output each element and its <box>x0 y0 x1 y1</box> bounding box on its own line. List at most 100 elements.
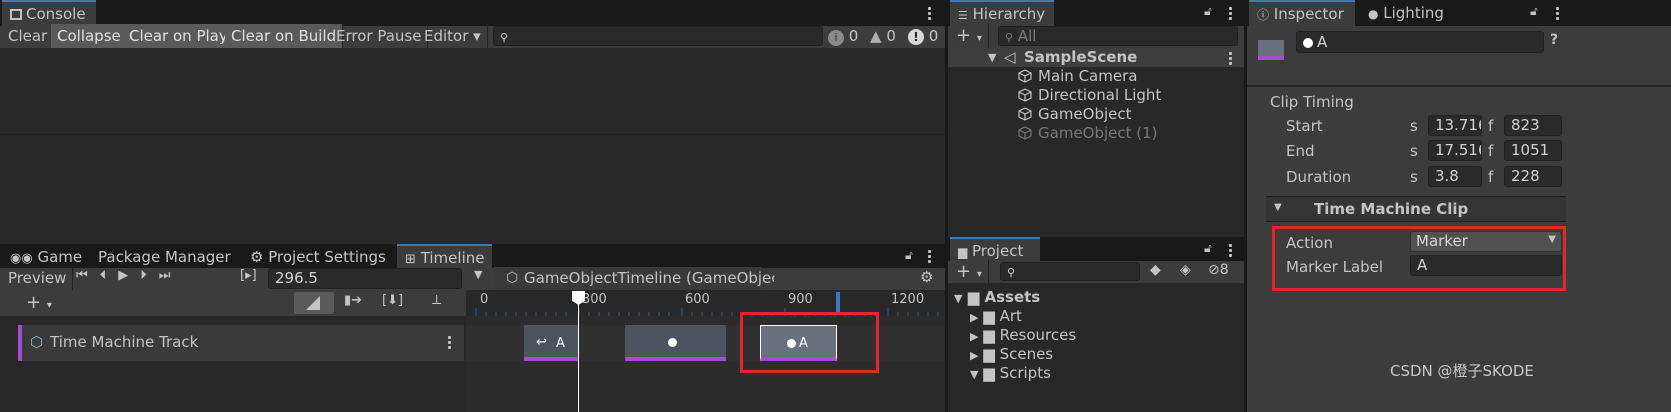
help-icon[interactable]: ? <box>1550 32 1558 48</box>
inspector-menu-icon[interactable] <box>1556 7 1559 22</box>
duration-frames-input[interactable]: 228 <box>1504 166 1562 187</box>
breadcrumb[interactable]: ⬡ GameObjectTimeline (GameObject) <box>494 267 778 290</box>
snap-toggle-icon[interactable] <box>294 292 334 314</box>
breadcrumb-label: GameObjectTimeline (GameObject) <box>524 269 792 287</box>
console-menu-icon[interactable] <box>928 7 931 22</box>
preview-button[interactable]: Preview <box>2 267 74 290</box>
filter-by-type-icon[interactable]: ◆ <box>1150 262 1161 278</box>
lock-icon[interactable]: 🔓︎ <box>905 248 913 263</box>
lightbulb-icon: ● <box>1368 7 1379 21</box>
range-play-icon[interactable]: [▸] <box>240 268 257 283</box>
tab-console[interactable]: Console <box>2 0 96 26</box>
object-name-input[interactable]: A <box>1296 31 1544 53</box>
tab-lighting[interactable]: ● Lighting <box>1360 0 1452 26</box>
hierarchy-menu-icon[interactable] <box>1229 7 1232 22</box>
list-icon: ☰ <box>958 9 968 22</box>
info-count-label: 0 <box>848 27 859 45</box>
hierarchy-item-disabled[interactable]: GameObject (1) <box>1018 124 1158 143</box>
end-frames-input[interactable]: 1051 <box>1504 140 1562 161</box>
scene-row[interactable]: ▼ ◁ SampleScene <box>948 48 1244 67</box>
hierarchy-item[interactable]: GameObject <box>1018 105 1132 124</box>
console-log-area[interactable] <box>0 48 945 244</box>
start-seconds-input[interactable]: 13.716 <box>1428 115 1482 136</box>
project-folder[interactable]: ▶ ▆ Resources <box>970 326 1076 345</box>
filter-by-label-icon[interactable]: ◈ <box>1180 262 1191 278</box>
chevron-down-icon: ▾ <box>468 27 481 45</box>
tab-inspector[interactable]: ⓘ Inspector <box>1249 0 1355 26</box>
tab-hierarchy[interactable]: ☰ Hierarchy <box>950 0 1054 26</box>
time-machine-clip-header[interactable]: ▼ Time Machine Clip <box>1266 196 1566 222</box>
start-frames-input[interactable]: 823 <box>1504 115 1562 136</box>
clear-button[interactable]: Clear <box>2 24 55 48</box>
clip-1[interactable]: ↩ A <box>524 325 579 361</box>
warn-count-label: 0 <box>886 27 896 45</box>
folder-icon: ▆ <box>983 307 995 325</box>
hidden-packages[interactable]: ⊘8 <box>1208 262 1229 278</box>
playhead-follow-icon[interactable]: [⬇] <box>382 293 403 308</box>
prev-frame-icon[interactable]: ⏴ <box>100 268 119 283</box>
error-count[interactable]: ! 0 <box>908 27 938 45</box>
watermark: CSDN @橙子SKODE <box>1390 362 1534 380</box>
expand-arrow-icon: ▼ <box>954 292 963 305</box>
project-folder[interactable]: ▼ ▆ Scripts <box>970 364 1051 383</box>
goto-start-icon[interactable]: ⏮ <box>76 268 100 283</box>
tab-package-manager[interactable]: Package Manager <box>90 244 239 270</box>
end-f-unit: f <box>1488 142 1494 160</box>
error-pause-button[interactable]: Error Pause <box>330 24 429 48</box>
playhead-line <box>578 300 579 412</box>
hierarchy-item[interactable]: Main Camera <box>1018 67 1137 86</box>
tab-project-label: Project <box>972 242 1024 260</box>
timeline-menu-icon[interactable] <box>928 250 931 265</box>
project-search-input[interactable]: ⚲ <box>1000 262 1140 281</box>
info-count[interactable]: i 0 <box>828 27 858 46</box>
project-lock-icon[interactable]: 🔓︎ <box>1204 241 1212 256</box>
tab-hierarchy-label: Hierarchy <box>972 5 1046 23</box>
tab-timeline[interactable]: ⊞ Timeline <box>397 244 493 270</box>
timeline-settings-icon[interactable]: ⚙ <box>920 268 933 286</box>
goto-end-icon[interactable]: ⏭ <box>159 268 183 283</box>
project-add-button[interactable]: + ▾ <box>950 260 989 283</box>
add-track-button[interactable]: + ▾ <box>20 291 58 315</box>
inspector-lock-icon[interactable]: 🔓︎ <box>1530 4 1538 19</box>
section-title: Time Machine Clip <box>1314 200 1469 218</box>
collapsed-arrow-icon: ▶ <box>970 349 979 362</box>
warn-count[interactable]: ▲ 0 <box>870 27 896 45</box>
clip-2[interactable] <box>625 325 726 361</box>
folder-icon: ▆ <box>967 288 980 306</box>
console-search-input[interactable]: ⚲ <box>493 26 823 46</box>
project-folder-label: Scenes <box>999 345 1054 363</box>
timeline-asset-dropdown-icon[interactable]: ▼ <box>474 268 482 281</box>
pin-icon[interactable]: ⟂ <box>432 292 441 308</box>
end-seconds-input[interactable]: 17.5166 <box>1428 140 1482 161</box>
frame-input[interactable]: 296.5 <box>268 268 462 289</box>
play-icon[interactable]: ▶ <box>118 268 140 283</box>
project-root-assets[interactable]: ▼ ▆ Assets <box>954 288 1040 307</box>
editor-dropdown[interactable]: Editor ▾ <box>418 24 488 48</box>
duration-seconds-input[interactable]: 3.8 <box>1428 166 1482 187</box>
track-menu-icon[interactable] <box>448 336 451 351</box>
clear-on-build-button[interactable]: Clear on Build <box>225 24 344 48</box>
start-label: Start <box>1286 117 1323 135</box>
hierarchy-lock-icon[interactable]: 🔓︎ <box>1204 4 1212 19</box>
hierarchy-search-input[interactable]: ⚲ All <box>998 26 1238 46</box>
project-folder[interactable]: ▶ ▆ Art <box>970 307 1022 326</box>
hierarchy-add-button[interactable]: + ▾ <box>950 24 989 48</box>
ripple-icon[interactable]: ▮➔ <box>344 293 362 308</box>
highlight-inspector-box <box>1272 226 1566 291</box>
collapsed-arrow-icon: ▶ <box>970 311 979 324</box>
collapse-button[interactable]: Collapse <box>51 24 128 48</box>
project-folder[interactable]: ▶ ▆ Scenes <box>970 345 1053 364</box>
clip-asset-icon <box>1258 40 1284 60</box>
scene-menu-icon[interactable] <box>1229 52 1232 67</box>
timeline-icon: ⊞ <box>405 252 416 267</box>
clear-on-play-button[interactable]: Clear on Play <box>123 24 235 48</box>
hierarchy-item[interactable]: Directional Light <box>1018 86 1161 105</box>
next-frame-icon[interactable]: ⏵ <box>140 268 159 283</box>
tab-console-label: Console <box>26 5 86 23</box>
tab-project-settings[interactable]: ⚙ Project Settings <box>242 244 394 270</box>
track-row[interactable]: ⬡ Time Machine Track <box>18 325 464 361</box>
transport-controls: ⏮⏴▶⏵⏭ <box>76 268 182 283</box>
gameobject-dot-icon <box>1303 38 1313 48</box>
object-name-value: A <box>1317 33 1328 51</box>
project-menu-icon[interactable] <box>1229 244 1232 259</box>
